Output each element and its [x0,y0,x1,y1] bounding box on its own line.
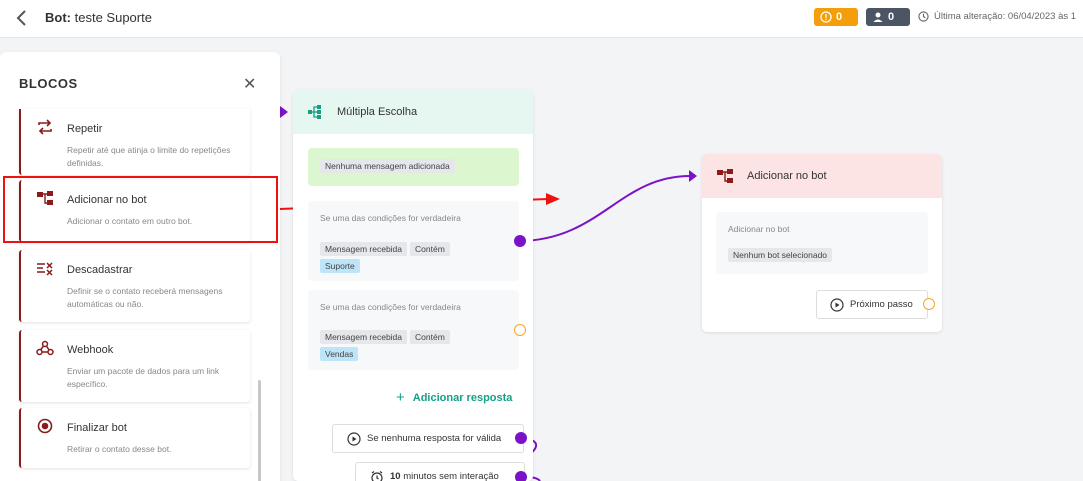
add-response-button[interactable]: + Adicionar resposta [396,389,512,406]
multiple-choice-icon [308,105,321,119]
node-title: Múltipla Escolha [337,106,418,118]
condition-label: Se uma das condições for verdadeira [320,302,461,312]
condition-box-vendas[interactable]: Se uma das condições for verdadeira Mens… [308,290,519,370]
node-header: Adicionar no bot [702,154,942,198]
connection-suporte-to-add-bot [519,175,691,242]
add-response-label: Adicionar resposta [412,391,513,404]
close-icon[interactable]: ✕ [243,74,256,94]
block-desc: Enviar um pacote de dados para um link e… [67,366,220,389]
output-connector-empty[interactable] [514,324,526,336]
condition-tags: Mensagem recebida Contém [320,239,453,257]
blocks-sidebar: BLOCOS ✕ Repetir Repetir até que atinja … [0,52,280,481]
block-desc: Repetir até que atinja o limite do repet… [67,145,231,168]
block-desc: Adicionar o contato em outro bot. [67,216,193,226]
no-valid-response-label: Se nenhuma resposta for válida [367,433,502,444]
no-bot-selected-tag: Nenhum bot selecionado [728,248,833,262]
connection-arrowhead [689,170,697,182]
condition-tag: Mensagem recebida [320,242,408,256]
sidebar-title: BLOCOS [19,76,78,91]
block-desc: Retirar o contato desse bot. [67,444,172,454]
condition-tags: Mensagem recebida Contém [320,327,453,345]
fallback-connector[interactable] [515,432,527,444]
block-title: Repetir [67,123,103,135]
block-unsubscribe[interactable]: Descadastrar Definir se o contato recebe… [19,250,250,322]
play-icon [347,431,361,446]
block-title: Adicionar no bot [67,194,147,206]
add-to-bot-icon [36,190,54,206]
block-add-to-bot[interactable]: Adicionar no bot Adicionar o contato em … [19,180,250,242]
condition-tag: Contém [410,330,450,344]
unsubscribe-icon [36,260,54,276]
condition-value-tag: Vendas [320,347,359,361]
block-title: Finalizar bot [67,422,127,434]
timeout-label: minutos sem interação [403,471,499,481]
block-title: Webhook [67,344,114,356]
play-icon [830,297,844,312]
alarm-clock-icon [371,470,383,481]
sidebar-scrollbar[interactable] [258,380,261,481]
next-step-connector[interactable] [923,298,935,310]
block-title: Descadastrar [67,264,133,276]
block-end-bot[interactable]: Finalizar bot Retirar o contato desse bo… [19,408,250,468]
timeout-value: 10 [390,471,401,481]
block-repeat[interactable]: Repetir Repetir até que atinja o limite … [19,109,250,175]
condition-value-tag: Suporte [320,259,360,273]
timeout-button[interactable]: 10 minutos sem interação [355,462,525,481]
repeat-icon [36,119,54,135]
add-to-bot-config[interactable]: Adicionar no bot Nenhum bot selecionado [716,212,928,274]
block-webhook[interactable]: Webhook Enviar um pacote de dados para u… [19,330,250,402]
condition-value: Vendas [320,344,361,362]
node-header: Múltipla Escolha [293,90,533,134]
condition-label: Se uma das condições for verdadeira [320,213,461,223]
incoming-connection-arrow [280,106,288,118]
multiple-choice-node[interactable]: Múltipla Escolha Nenhuma mensagem adicio… [293,90,533,481]
annotation-arrowhead [546,193,560,205]
add-to-bot-node[interactable]: Adicionar no bot Adicionar no bot Nenhum… [702,154,942,332]
condition-tag: Contém [410,242,450,256]
timeout-connector[interactable] [515,471,527,481]
add-to-bot-icon [717,169,733,183]
condition-value: Suporte [320,256,363,274]
no-message-tag: Nenhuma mensagem adicionada [320,159,455,173]
no-valid-response-button[interactable]: Se nenhuma resposta for válida [332,424,524,453]
message-box[interactable]: Nenhuma mensagem adicionada [308,148,519,186]
next-step-button[interactable]: Próximo passo [816,290,928,319]
plus-icon: + [396,389,405,406]
output-connector[interactable] [514,235,526,247]
condition-tag: Mensagem recebida [320,330,408,344]
condition-box-suporte[interactable]: Se uma das condições for verdadeira Mens… [308,201,519,281]
webhook-icon [36,340,54,356]
stop-icon [36,418,54,434]
next-step-label: Próximo passo [850,299,913,310]
node-title: Adicionar no bot [747,170,827,182]
block-desc: Definir se o contato receberá mensagens … [67,286,223,309]
config-label: Adicionar no bot [728,224,790,234]
